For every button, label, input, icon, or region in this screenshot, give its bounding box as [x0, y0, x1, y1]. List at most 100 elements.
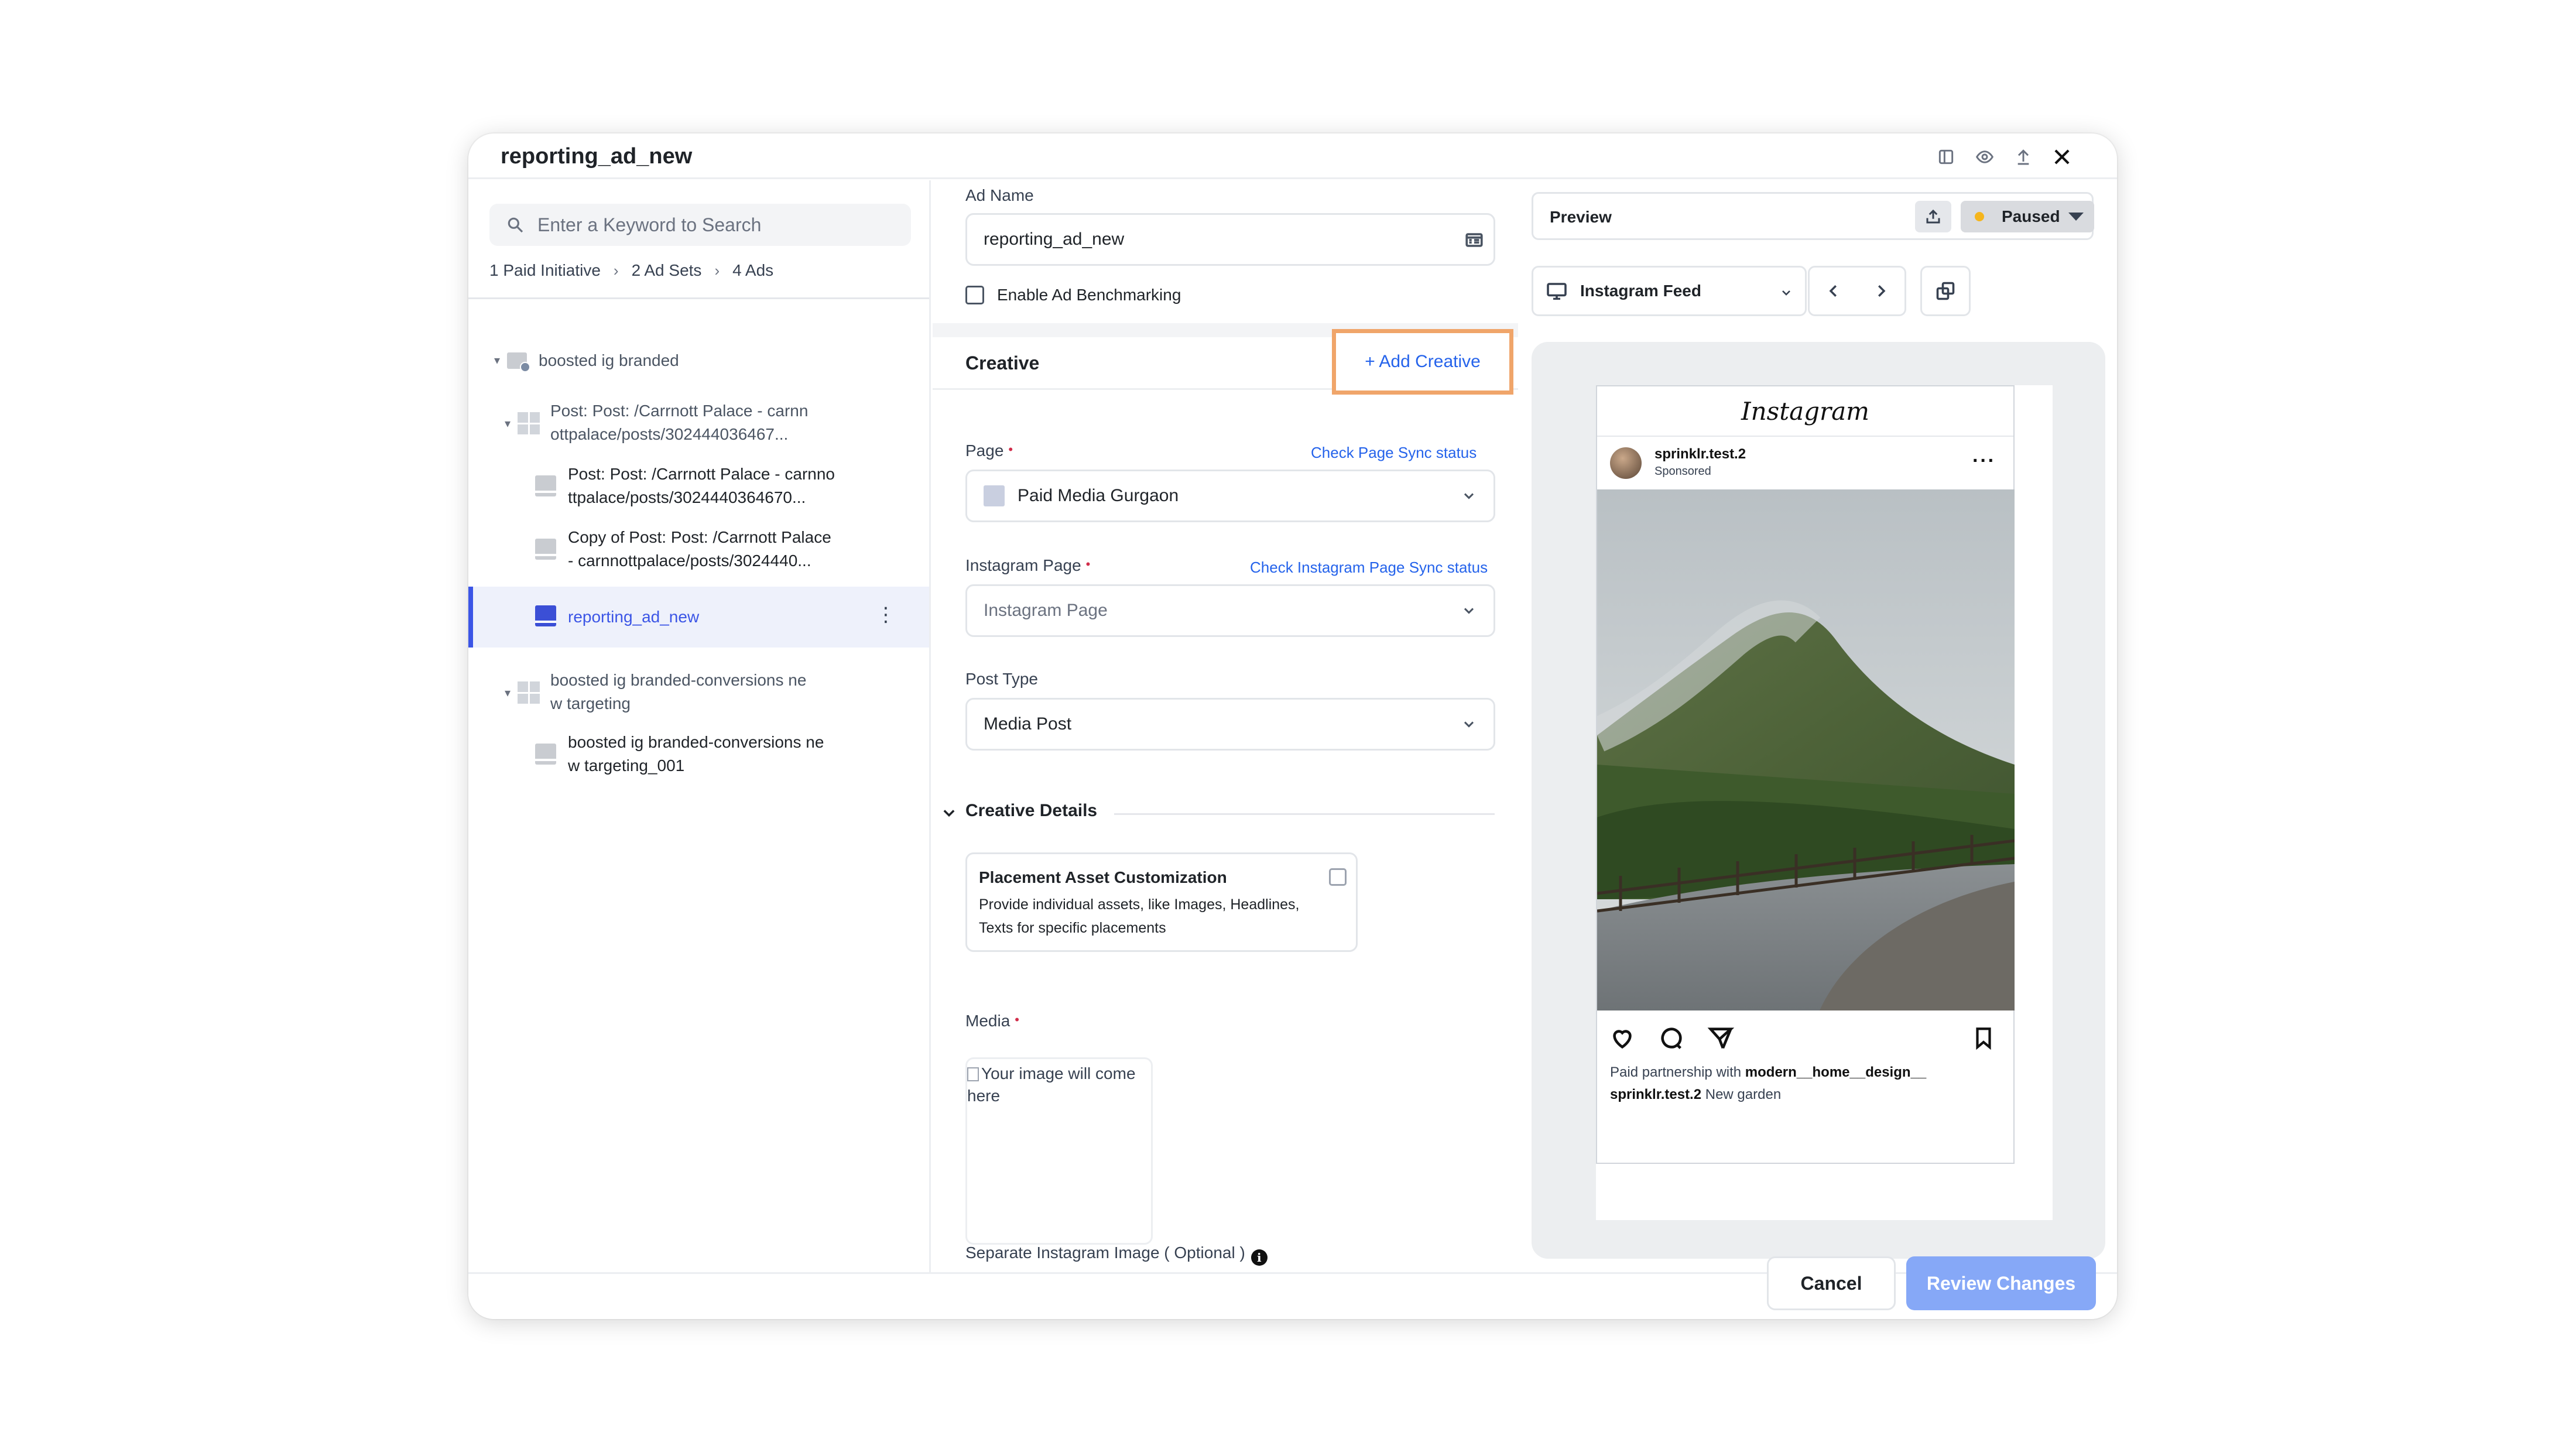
comment-icon	[1661, 1027, 1682, 1049]
broken-image-icon	[967, 1067, 979, 1081]
chevron-left-icon[interactable]	[1825, 282, 1842, 300]
close-icon[interactable]	[2049, 144, 2075, 170]
media-label: Media •	[965, 1012, 1019, 1030]
tree-item-ad-1[interactable]: Post: Post: /Carrnott Palace - carnno tt…	[535, 463, 835, 509]
chevron-down-icon	[1461, 716, 1477, 732]
tree-item-label: reporting_ad_new	[568, 608, 700, 626]
tree-item-adset-1[interactable]: ▾ Post: Post: /Carrnott Palace - carnn o…	[505, 399, 808, 446]
header-actions	[1933, 144, 2075, 170]
heart-icon	[1613, 1030, 1632, 1049]
tree-item-label: Post: Post: /Carrnott Palace - carnn ott…	[550, 402, 809, 443]
hierarchy-panel: 1 Paid Initiative › 2 Ad Sets › 4 Ads ▾ …	[468, 180, 931, 1272]
tree-item-adset-2[interactable]: ▾ boosted ig branded-conversions ne w ta…	[505, 669, 806, 715]
collapse-chevron-icon[interactable]	[941, 804, 957, 821]
instagram-page-label: Instagram Page •	[965, 556, 1091, 574]
creative-details-title[interactable]: Creative Details	[965, 801, 1097, 821]
monitor-icon	[1546, 282, 1567, 300]
page-avatar-icon	[984, 485, 1005, 506]
caret-down-icon[interactable]: ▾	[505, 681, 518, 705]
chevron-right-icon[interactable]	[1872, 282, 1890, 300]
status-label: Paused	[2002, 207, 2060, 225]
chevron-down-icon	[1779, 285, 1793, 304]
modal-title: reporting_ad_new	[501, 144, 693, 169]
paid-partnership-text: Paid partnership with modern__home__desi…	[1610, 1064, 1927, 1080]
ad-name-input[interactable]: reporting_ad_new	[965, 213, 1495, 266]
post-actions	[1609, 1025, 1734, 1051]
divider	[468, 297, 929, 299]
breadcrumb-adsets[interactable]: 2 Ad Sets	[632, 261, 702, 280]
chevron-right-icon: ›	[714, 261, 720, 279]
required-marker: •	[1015, 1012, 1019, 1027]
ad-name-label: Ad Name	[965, 186, 1034, 204]
tree-item-label: boosted ig branded-conversions ne w targ…	[568, 733, 824, 775]
sponsored-label: Sponsored	[1654, 465, 1711, 478]
add-creative-button[interactable]: + Add Creative	[1332, 329, 1513, 395]
instagram-page-select[interactable]: Instagram Page	[965, 584, 1495, 637]
benchmark-checkbox[interactable]	[965, 286, 984, 304]
tree-item-label: Post: Post: /Carrnott Palace - carnno tt…	[568, 465, 835, 506]
upload-icon	[1926, 209, 1940, 224]
instagram-post: Instagram sprinklr.test.2 Sponsored ···	[1596, 385, 2015, 1164]
search-icon	[508, 217, 523, 233]
tree-item-ad-2[interactable]: Copy of Post: Post: /Carrnott Palace - c…	[535, 526, 831, 573]
check-instagram-sync-link[interactable]: Check Instagram Page Sync status	[1250, 559, 1488, 577]
required-marker: •	[1008, 442, 1013, 457]
avatar	[1610, 447, 1642, 479]
review-changes-button[interactable]: Review Changes	[1906, 1256, 2096, 1310]
ad-icon	[535, 744, 556, 765]
compare-button[interactable]	[1920, 266, 1971, 316]
post-type-select[interactable]: Media Post	[965, 698, 1495, 751]
tree-item-campaign[interactable]: ▾ boosted ig branded	[494, 349, 679, 372]
placement-asset-title: Placement Asset Customization	[979, 868, 1227, 886]
page-value: Paid Media Gurgaon	[1018, 486, 1179, 505]
adset-grid-icon	[518, 681, 540, 704]
share-button[interactable]	[1915, 201, 1951, 232]
required-marker: •	[1085, 557, 1091, 571]
placement-select[interactable]: Instagram Feed	[1532, 266, 1807, 316]
chevron-down-icon	[1461, 602, 1477, 619]
media-upload-area[interactable]: Your image will come here	[965, 1057, 1153, 1245]
creative-title: Creative	[965, 352, 1040, 374]
placement-asset-checkbox[interactable]	[1329, 868, 1347, 886]
preview-navigation	[1808, 266, 1906, 316]
tree-item-label: boosted ig branded-conversions ne w targ…	[550, 671, 807, 712]
check-page-sync-link[interactable]: Check Page Sync status	[1311, 444, 1477, 462]
page-select[interactable]: Paid Media Gurgaon	[965, 470, 1495, 522]
preview-toolbar: Preview Paused	[1532, 192, 2094, 240]
preview-panel: Preview Paused Instagram Feed Instagram …	[1520, 180, 2117, 1272]
more-options-icon: ···	[1972, 450, 1996, 472]
ad-icon	[535, 539, 556, 560]
placement-value: Instagram Feed	[1580, 282, 1701, 300]
tree-item-ad-4[interactable]: boosted ig branded-conversions ne w targ…	[535, 731, 824, 777]
more-options-icon[interactable]: ⋮	[876, 603, 896, 626]
info-icon[interactable]: i	[1251, 1249, 1268, 1266]
placement-asset-card: Placement Asset Customization Provide in…	[965, 852, 1358, 952]
sidebar-toggle-icon[interactable]	[1933, 144, 1959, 170]
template-icon[interactable]	[1464, 230, 1483, 247]
instagram-page-placeholder: Instagram Page	[984, 601, 1108, 620]
caret-down-icon	[2068, 213, 2084, 221]
breadcrumb-ads[interactable]: 4 Ads	[732, 261, 773, 280]
caret-down-icon[interactable]: ▾	[494, 349, 507, 372]
ad-form-panel: Ad Name reporting_ad_new Enable Ad Bench…	[933, 180, 1518, 1272]
ad-name-value: reporting_ad_new	[984, 229, 1125, 249]
copy-icon	[1936, 282, 1955, 300]
breadcrumb-initiative[interactable]: 1 Paid Initiative	[489, 261, 601, 280]
post-caption: sprinklr.test.2 New garden	[1610, 1087, 1782, 1102]
chevron-right-icon: ›	[613, 261, 619, 279]
status-dropdown[interactable]: Paused	[1961, 201, 2094, 232]
divider	[1114, 813, 1495, 815]
chevron-down-icon	[1461, 488, 1477, 504]
caret-down-icon[interactable]: ▾	[505, 412, 518, 436]
publish-icon[interactable]	[2010, 144, 2036, 170]
search-input[interactable]	[537, 214, 889, 236]
instagram-logo: Instagram	[1741, 397, 1869, 426]
campaign-folder-icon	[507, 350, 530, 372]
cancel-button[interactable]: Cancel	[1767, 1256, 1896, 1310]
separate-instagram-image-label: Separate Instagram Image ( Optional ) i	[965, 1244, 1268, 1266]
eye-icon[interactable]	[1972, 144, 1998, 170]
ad-icon	[535, 475, 556, 496]
ad-icon	[535, 605, 556, 626]
tree-item-ad-3[interactable]: reporting_ad_new	[535, 605, 699, 629]
ad-editor-modal: reporting_ad_new 1 Paid Initiative › 2 A…	[468, 133, 2117, 1319]
